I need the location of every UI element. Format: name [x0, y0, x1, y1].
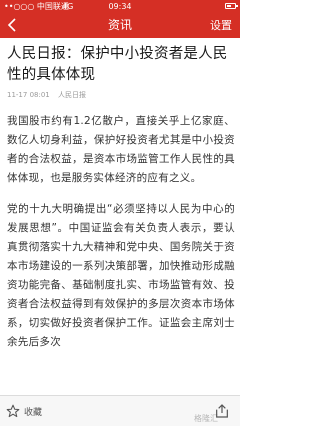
nav-title: 资讯 — [107, 18, 132, 32]
article-content: 人民日报：保护中小投资者是人民性的具体体现 11-17 08:01 人民日报 我… — [7, 38, 235, 394]
bottom-bar: 收藏 格隆汇 — [0, 395, 240, 426]
status-time: 09:34 — [108, 2, 132, 11]
battery-icon — [225, 3, 238, 9]
share-icon[interactable] — [214, 403, 230, 419]
article-date: 11-17 08:01 — [7, 91, 50, 99]
article-paragraph-1: 我国股市约有1.2亿散户，直接关乎上亿家庭、数亿人切身利益，保护好投资者尤其是中… — [7, 115, 235, 184]
favorite-label: 收藏 — [24, 407, 43, 418]
settings-button[interactable]: 设置 — [210, 13, 232, 38]
article-meta: 11-17 08:01 人民日报 — [7, 90, 235, 100]
article-source: 人民日报 — [57, 91, 86, 99]
battery-fill — [227, 5, 232, 7]
status-bar: ••○○○ 中国联通 4G 09:34 — [0, 0, 240, 13]
favorite-button[interactable]: 收藏 — [6, 396, 42, 426]
article-headline: 人民日报：保护中小投资者是人民性的具体体现 — [7, 46, 228, 83]
star-icon — [6, 404, 20, 418]
nav-bar: 资讯 设置 — [0, 13, 240, 38]
article-paragraph-2: 党的十九大明确提出“必须坚持以人民为中心的发展思想”。中国证监会有关负责人表示，… — [7, 203, 235, 348]
